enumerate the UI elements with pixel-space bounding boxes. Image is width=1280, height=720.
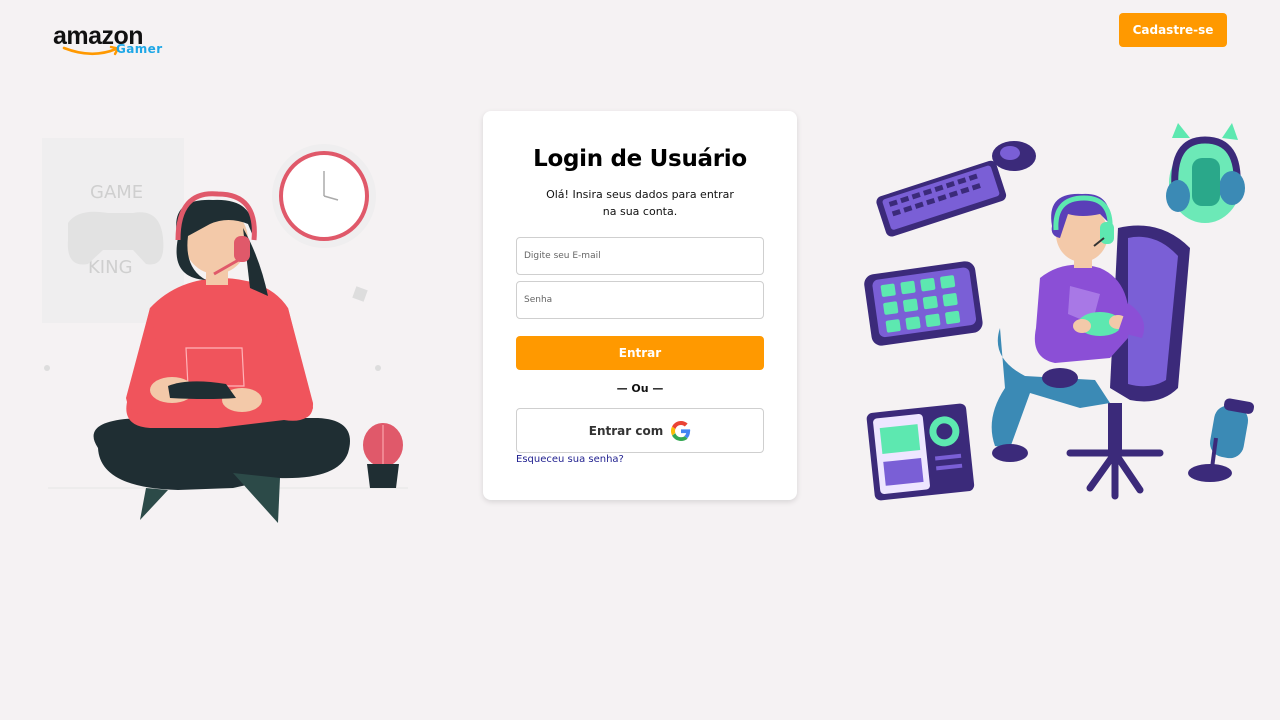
login-subtitle: Olá! Insira seus dados para entrar na su…	[546, 188, 734, 218]
gamer-boy-illustration	[864, 123, 1255, 501]
google-login-button[interactable]: Entrar com	[516, 408, 764, 453]
login-submit-button[interactable]: Entrar	[516, 336, 764, 370]
google-icon	[671, 420, 691, 441]
gamer-girl-illustration: GAME KING	[42, 138, 408, 523]
forgot-password-link[interactable]: Esqueceu sua senha?	[516, 454, 624, 465]
email-field[interactable]	[516, 237, 764, 275]
login-card: Login de Usuário Olá! Insira seus dados …	[483, 111, 797, 500]
poster-text-king: KING	[88, 257, 133, 278]
amazon-smile-icon	[62, 45, 120, 56]
google-login-label: Entrar com	[588, 423, 664, 438]
logo-sub-text: Gamer	[116, 42, 163, 56]
poster-text-game: GAME	[90, 182, 143, 203]
login-title: Login de Usuário	[533, 146, 747, 172]
amazon-gamer-logo[interactable]: amazon Gamer	[52, 22, 172, 62]
password-field[interactable]	[516, 281, 764, 319]
signup-button[interactable]: Cadastre-se	[1119, 13, 1227, 47]
or-divider: — Ou —	[616, 382, 664, 395]
